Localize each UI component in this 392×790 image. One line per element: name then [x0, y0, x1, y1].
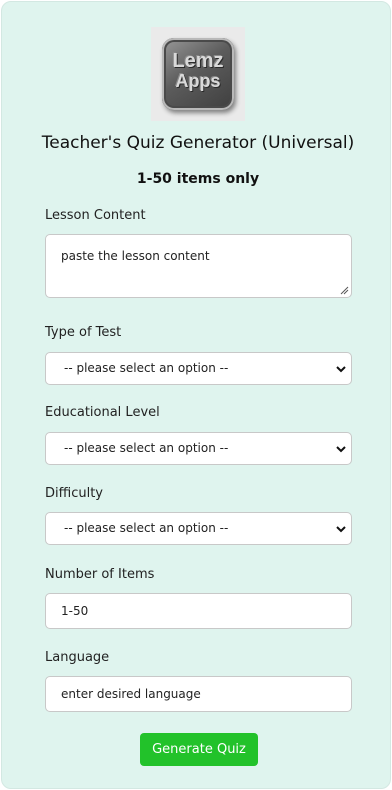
language-placeholder: enter desired language: [61, 687, 201, 701]
chevron-down-icon: [336, 446, 346, 453]
type-of-test-label: Type of Test: [45, 325, 122, 340]
lesson-content-label: Lesson Content: [45, 208, 146, 223]
difficulty-value: -- please select an option --: [64, 521, 229, 535]
number-of-items-label: Number of Items: [45, 567, 155, 582]
logo-tile: Lemz Apps: [162, 38, 234, 110]
lesson-content-textarea[interactable]: paste the lesson content: [45, 234, 352, 298]
lemz-apps-logo: Lemz Apps: [151, 27, 245, 121]
type-of-test-select[interactable]: -- please select an option --: [45, 352, 352, 385]
page-subtitle: 1-50 items only: [136, 171, 260, 187]
language-input[interactable]: enter desired language: [45, 676, 352, 712]
number-of-items-input[interactable]: 1-50: [45, 593, 352, 629]
educational-level-value: -- please select an option --: [64, 441, 229, 455]
quiz-form-card: Lemz Apps Teacher's Quiz Generator (Univ…: [1, 1, 391, 789]
generate-quiz-button[interactable]: Generate Quiz: [140, 733, 258, 766]
logo-text-line1: Lemz: [172, 50, 224, 72]
difficulty-select[interactable]: -- please select an option --: [45, 512, 352, 545]
type-of-test-value: -- please select an option --: [64, 361, 229, 375]
logo-text-line2: Apps: [175, 71, 221, 91]
resize-grip-icon[interactable]: [339, 285, 349, 295]
language-label: Language: [45, 650, 110, 665]
lesson-content-placeholder: paste the lesson content: [61, 249, 210, 263]
difficulty-label: Difficulty: [45, 486, 103, 501]
number-of-items-placeholder: 1-50: [61, 604, 89, 618]
chevron-down-icon: [336, 366, 346, 373]
chevron-down-icon: [336, 526, 346, 533]
educational-level-select[interactable]: -- please select an option --: [45, 432, 352, 465]
page-title: Teacher's Quiz Generator (Universal): [41, 133, 355, 153]
educational-level-label: Educational Level: [45, 405, 160, 420]
